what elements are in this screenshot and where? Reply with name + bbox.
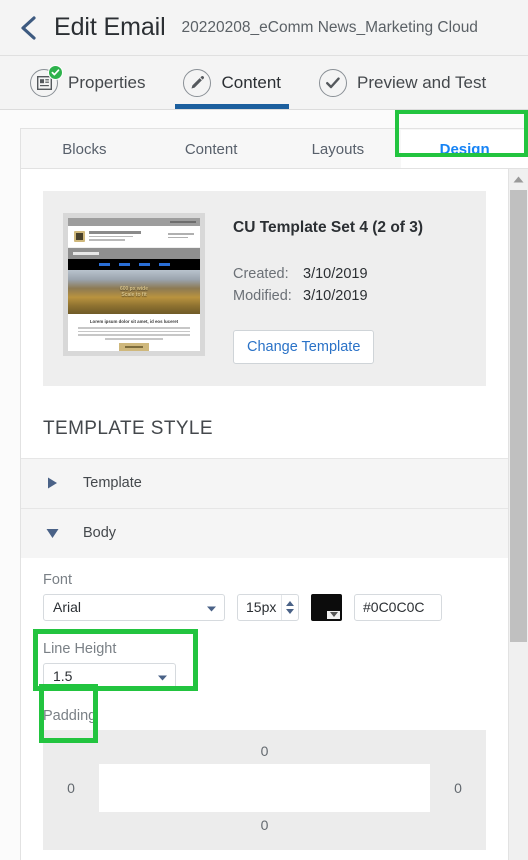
line-height-select[interactable]: 1.5 [43, 662, 176, 690]
body-style-form: Font Arial 15px #0C0C0C Line Height 1.5 … [21, 557, 508, 850]
check-badge-icon [48, 64, 63, 80]
line-height-block: Line Height 1.5 [33, 628, 486, 691]
back-button[interactable] [14, 11, 44, 45]
stepper-up-icon [286, 600, 294, 606]
design-scroll-content: 600 px wide Scale to fit Lorem ipsum dolo… [21, 169, 508, 860]
padding-preview-box [99, 763, 430, 812]
font-size-value: 15px [246, 599, 277, 616]
triangle-right-icon[interactable] [21, 477, 83, 489]
modified-label: Modified: [233, 288, 292, 305]
chevron-left-icon [19, 14, 39, 42]
subtab-content[interactable]: Content [148, 130, 275, 168]
template-thumbnail[interactable]: 600 px wide Scale to fit Lorem ipsum dolo… [63, 213, 205, 356]
accordion-label: Body [83, 525, 117, 542]
subtab-design[interactable]: Design [401, 130, 528, 168]
design-panel-scrollbar[interactable] [508, 169, 528, 860]
padding-label: Padding [43, 707, 97, 724]
triangle-down-icon[interactable] [21, 528, 83, 539]
thumb-preheader [68, 218, 200, 226]
thumb-cta-button [119, 342, 149, 351]
font-controls-row: Arial 15px #0C0C0C [43, 593, 486, 621]
page-title: Edit Email [54, 13, 166, 41]
font-label: Font [43, 571, 73, 588]
editor-panel: Blocks Content Layouts Design 600 px wid… [0, 110, 528, 860]
font-family-select[interactable]: Arial [43, 593, 225, 621]
created-label: Created: [233, 266, 289, 282]
wizard-step-properties[interactable]: Properties [30, 56, 159, 109]
design-panel-body: 600 px wide Scale to fit Lorem ipsum dolo… [20, 168, 528, 860]
email-name: 20220208_eComm News_Marketing Cloud [181, 18, 478, 36]
cu-shield-icon [74, 231, 85, 242]
thumb-logo-bar [68, 226, 200, 248]
accordion-template[interactable]: Template [21, 457, 508, 508]
modified-value: 3/10/2019 [303, 288, 368, 305]
font-color-swatch[interactable] [311, 593, 342, 621]
stepper-down-icon [286, 608, 294, 614]
wizard-step-label: Properties [68, 72, 146, 92]
font-color-hex-input[interactable]: #0C0C0C [354, 593, 442, 621]
chevron-down-icon [158, 668, 167, 684]
pencil-icon [183, 68, 212, 97]
template-created-row: Created: 3/10/2019 [233, 263, 423, 285]
font-size-stepper[interactable]: 15px [237, 593, 299, 621]
thumb-department-bar [68, 248, 200, 259]
line-height-label: Line Height [43, 640, 117, 657]
chevron-down-icon [207, 599, 216, 615]
check-circle-icon [319, 68, 348, 97]
stepper-arrows[interactable] [281, 594, 298, 620]
template-info: CU Template Set 4 (2 of 3) Created: 3/10… [233, 213, 423, 364]
design-subtab-bar: Blocks Content Layouts Design [20, 128, 528, 168]
padding-bottom-input[interactable]: 0 [261, 812, 269, 838]
created-value: 3/10/2019 [303, 266, 368, 282]
padding-widget: 0 0 0 0 [43, 729, 486, 850]
scrollbar-thumb[interactable] [510, 190, 527, 642]
padding-right-input[interactable]: 0 [430, 764, 486, 812]
template-style-heading: TEMPLATE STYLE [43, 417, 213, 439]
wizard-step-preview-and-test[interactable]: Preview and Test [319, 56, 500, 109]
swatch-caret-icon [327, 610, 340, 619]
template-card: 600 px wide Scale to fit Lorem ipsum dolo… [43, 191, 486, 386]
subtab-layouts[interactable]: Layouts [275, 130, 402, 168]
app-header: Edit Email 20220208_eComm News_Marketing… [0, 0, 528, 56]
template-name: CU Template Set 4 (2 of 3) [233, 219, 424, 236]
accordion-body[interactable]: Body [21, 507, 508, 558]
scroll-up-button[interactable] [509, 169, 528, 188]
font-family-value: Arial [53, 599, 82, 616]
font-color-hex-value: #0C0C0C [363, 599, 425, 616]
scrollbar-track[interactable] [509, 188, 528, 860]
subtab-blocks[interactable]: Blocks [21, 130, 148, 168]
accordion-label: Template [83, 475, 142, 492]
scroll-up-icon [513, 170, 524, 188]
padding-top-input[interactable]: 0 [261, 738, 269, 764]
template-modified-row: Modified: 3/10/2019 [233, 285, 423, 307]
wizard-step-label: Content [221, 72, 282, 92]
line-height-value: 1.5 [53, 668, 73, 685]
thumb-headline: Lorem ipsum dolor sit amet, id eos lucer… [89, 319, 179, 324]
thumb-hero-image: 600 px wide Scale to fit [68, 270, 200, 314]
change-template-button[interactable]: Change Template [233, 329, 375, 364]
properties-icon [30, 64, 63, 97]
wizard-step-content[interactable]: Content [175, 56, 295, 109]
padding-left-input[interactable]: 0 [43, 764, 99, 812]
wizard-step-label: Preview and Test [357, 72, 487, 92]
thumb-nav-bar [68, 259, 200, 270]
wizard-step-bar: Properties Content Preview and Test [0, 56, 528, 110]
thumb-body-text [68, 327, 200, 340]
